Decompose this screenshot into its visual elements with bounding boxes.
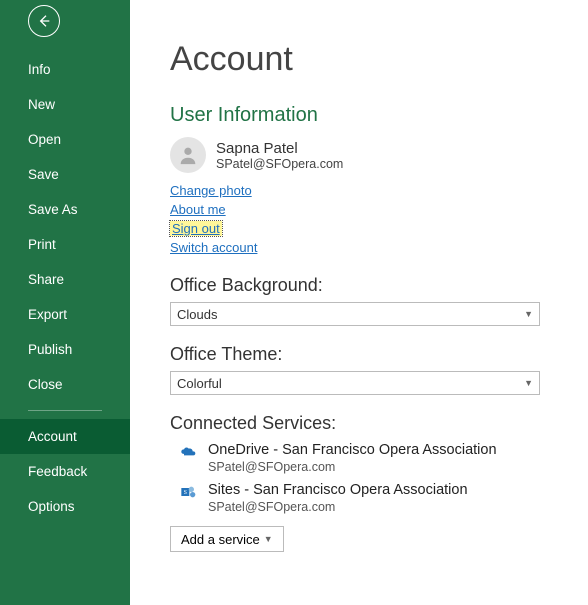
switch-account-link[interactable]: Switch account xyxy=(170,240,257,255)
sidebar-item-new[interactable]: New xyxy=(0,87,130,122)
office-background-heading: Office Background: xyxy=(170,275,548,296)
service-title: Sites - San Francisco Opera Association xyxy=(208,482,468,498)
sidebar-item-open[interactable]: Open xyxy=(0,122,130,157)
sidebar-item-label: Open xyxy=(28,132,61,147)
onedrive-icon xyxy=(180,444,196,460)
sidebar-item-label: Account xyxy=(28,429,77,444)
sidebar-item-label: Print xyxy=(28,237,56,252)
connected-services-heading: Connected Services: xyxy=(170,413,548,434)
button-label: Add a service xyxy=(181,532,260,547)
sidebar-item-label: Export xyxy=(28,307,67,322)
user-row: Sapna Patel SPatel@SFOpera.com xyxy=(170,137,548,173)
sidebar-item-feedback[interactable]: Feedback xyxy=(0,454,130,489)
sidebar-item-export[interactable]: Export xyxy=(0,297,130,332)
sidebar-item-label: New xyxy=(28,97,55,112)
user-info-heading: User Information xyxy=(170,104,548,127)
office-theme-dropdown[interactable]: Colorful ▼ xyxy=(170,371,540,395)
sidebar-item-print[interactable]: Print xyxy=(0,227,130,262)
about-me-link[interactable]: About me xyxy=(170,202,226,217)
sidebar-item-publish[interactable]: Publish xyxy=(0,332,130,367)
backstage-sidebar: Info New Open Save Save As Print Share E… xyxy=(0,0,130,605)
office-theme-heading: Office Theme: xyxy=(170,344,548,365)
sidebar-separator xyxy=(28,410,102,411)
sidebar-item-save-as[interactable]: Save As xyxy=(0,192,130,227)
service-email: SPatel@SFOpera.com xyxy=(208,460,497,474)
service-row-onedrive: OneDrive - San Francisco Opera Associati… xyxy=(170,442,548,474)
sidebar-item-close[interactable]: Close xyxy=(0,367,130,402)
user-name: Sapna Patel xyxy=(216,140,343,157)
svg-text:S: S xyxy=(184,490,187,496)
sidebar-item-label: Options xyxy=(28,499,75,514)
add-service-button[interactable]: Add a service ▼ xyxy=(170,526,284,552)
sidebar-item-label: Info xyxy=(28,62,51,77)
sidebar-item-info[interactable]: Info xyxy=(0,52,130,87)
change-photo-link[interactable]: Change photo xyxy=(170,183,252,198)
service-email: SPatel@SFOpera.com xyxy=(208,500,468,514)
page-title: Account xyxy=(170,40,548,79)
back-button[interactable] xyxy=(28,5,60,37)
service-title: OneDrive - San Francisco Opera Associati… xyxy=(208,442,497,458)
sidebar-item-label: Save xyxy=(28,167,59,182)
dropdown-value: Colorful xyxy=(177,376,222,391)
sidebar-item-options[interactable]: Options xyxy=(0,489,130,524)
chevron-down-icon: ▼ xyxy=(524,309,533,319)
user-email: SPatel@SFOpera.com xyxy=(216,157,343,171)
sidebar-item-label: Share xyxy=(28,272,64,287)
chevron-down-icon: ▼ xyxy=(264,534,273,544)
sidebar-item-label: Feedback xyxy=(28,464,87,479)
service-row-sites: S Sites - San Francisco Opera Associatio… xyxy=(170,482,548,514)
sharepoint-icon: S xyxy=(180,484,196,500)
sign-out-link[interactable]: Sign out xyxy=(170,221,222,236)
main-content: Account User Information Sapna Patel SPa… xyxy=(130,0,588,605)
chevron-down-icon: ▼ xyxy=(524,378,533,388)
sidebar-item-account[interactable]: Account xyxy=(0,419,130,454)
sidebar-item-label: Close xyxy=(28,377,63,392)
sidebar-item-share[interactable]: Share xyxy=(0,262,130,297)
office-background-dropdown[interactable]: Clouds ▼ xyxy=(170,302,540,326)
arrow-left-icon xyxy=(36,13,52,29)
avatar xyxy=(170,137,206,173)
sidebar-item-label: Publish xyxy=(28,342,72,357)
person-icon xyxy=(177,144,199,166)
sidebar-item-save[interactable]: Save xyxy=(0,157,130,192)
sidebar-item-label: Save As xyxy=(28,202,78,217)
dropdown-value: Clouds xyxy=(177,307,217,322)
